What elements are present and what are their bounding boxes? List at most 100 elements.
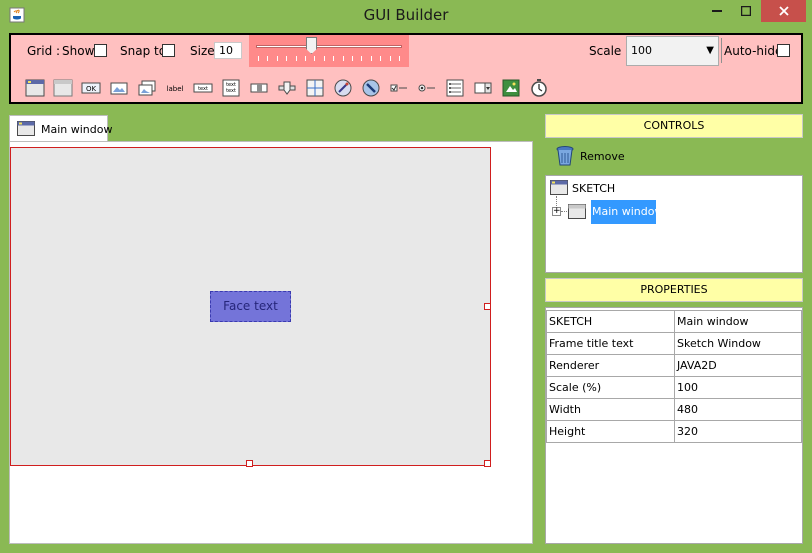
slider-tick <box>399 56 400 61</box>
image-icon[interactable] <box>501 78 521 98</box>
maximize-icon <box>740 5 752 17</box>
resize-handle-right[interactable] <box>484 303 491 310</box>
show-label: Show <box>62 44 95 58</box>
slider-tick <box>342 56 344 61</box>
slider-tick <box>295 56 297 61</box>
tree-root-sketch[interactable]: SKETCH <box>572 182 615 195</box>
slider-thumb[interactable] <box>306 37 317 54</box>
knob-icon[interactable] <box>277 78 297 98</box>
textfield-icon[interactable]: text <box>193 78 213 98</box>
show-grid-checkbox[interactable] <box>94 44 107 57</box>
table-row: Width 480 <box>546 398 802 421</box>
label-icon[interactable]: label <box>165 78 185 98</box>
window-icon[interactable] <box>25 78 45 98</box>
tree-node-main-window[interactable]: Main window <box>591 200 664 224</box>
close-icon <box>778 6 789 16</box>
controls-header: CONTROLS <box>545 114 803 138</box>
window-icon <box>17 121 35 136</box>
slider-tick <box>276 56 278 61</box>
table-row: Frame title text Sketch Window <box>546 332 802 355</box>
slider-tick <box>286 56 288 61</box>
svg-text:label: label <box>167 85 184 93</box>
autohide-checkbox[interactable] <box>777 44 790 57</box>
minimize-icon <box>712 10 722 12</box>
scale-value: 100 <box>631 44 652 57</box>
svg-text:text: text <box>226 88 236 94</box>
slider-tick <box>361 56 363 61</box>
property-value[interactable]: Main window <box>674 310 802 333</box>
property-value[interactable]: JAVA2D <box>674 354 802 377</box>
table-row: SKETCH Main window <box>546 310 802 333</box>
slider-tick <box>323 56 325 61</box>
minimize-button[interactable] <box>702 0 732 22</box>
properties-table: SKETCH Main window Frame title text Sket… <box>546 310 802 443</box>
property-key: Renderer <box>546 354 675 377</box>
grid-size-field[interactable]: 10 <box>214 42 242 59</box>
remove-button[interactable]: Remove <box>555 145 625 167</box>
window-icon <box>550 180 568 195</box>
expand-icon[interactable]: + <box>552 207 561 216</box>
autohide-label: Auto-hide <box>724 44 783 58</box>
property-value[interactable]: Sketch Window <box>674 332 802 355</box>
slider-track <box>256 45 402 48</box>
toolbar: Grid : Show Snap to Size 10 Scale : 100 … <box>9 33 803 104</box>
controls-tree: SKETCH + Main window <box>545 175 803 273</box>
textarea-icon[interactable]: texttext <box>221 78 241 98</box>
imagebutton-stack-icon[interactable] <box>137 78 157 98</box>
tab-label: Main window <box>41 123 113 136</box>
remove-label: Remove <box>580 150 625 163</box>
image-button-icon[interactable] <box>109 78 129 98</box>
slider-tick <box>305 56 306 61</box>
snap-checkbox[interactable] <box>162 44 175 57</box>
grid-label: Grid : <box>27 44 61 58</box>
resize-handle-corner[interactable] <box>484 460 491 467</box>
toggle-icon[interactable] <box>249 78 269 98</box>
ok-button-icon[interactable]: OK <box>81 78 101 98</box>
slider-tick <box>333 56 335 61</box>
scale-label: Scale : <box>589 44 630 58</box>
property-value[interactable]: 320 <box>674 420 802 443</box>
size-label: Size <box>190 44 215 58</box>
toolbar-divider <box>721 38 722 63</box>
pick-icon[interactable] <box>361 78 381 98</box>
property-key: Width <box>546 398 675 421</box>
dropdown-icon[interactable] <box>473 78 493 98</box>
property-key: Scale (%) <box>546 376 675 399</box>
table-row: Height 320 <box>546 420 802 443</box>
option-list-icon[interactable] <box>445 78 465 98</box>
checkbox-icon[interactable] <box>389 78 409 98</box>
radio-icon[interactable] <box>417 78 437 98</box>
grid-size-slider[interactable] <box>249 35 409 67</box>
tab-main-window[interactable]: Main window <box>9 115 113 142</box>
window-title: GUI Builder <box>363 6 449 24</box>
chevron-down-icon: ▼ <box>706 45 714 56</box>
tree-line-h <box>561 211 567 212</box>
properties-header: PROPERTIES <box>545 278 803 302</box>
properties-panel: SKETCH Main window Frame title text Sket… <box>545 307 803 544</box>
table-row: Renderer JAVA2D <box>546 354 802 377</box>
table-row: Scale (%) 100 <box>546 376 802 399</box>
slider-tick <box>352 56 353 61</box>
svg-text:OK: OK <box>86 85 97 93</box>
window-icon <box>568 204 586 219</box>
face-text-button[interactable]: Face text <box>210 291 291 322</box>
scale-dropdown[interactable]: 100 ▼ <box>626 36 719 66</box>
maximize-button[interactable] <box>732 0 760 22</box>
crosshair-icon[interactable] <box>305 78 325 98</box>
slider-tick <box>389 56 391 61</box>
property-key: SKETCH <box>546 310 675 333</box>
slider-tick <box>314 56 316 61</box>
title-bar: GUI Builder <box>0 0 812 30</box>
slider-tick <box>267 56 269 61</box>
panel-icon[interactable] <box>53 78 73 98</box>
close-button[interactable] <box>761 0 806 22</box>
slider-tick <box>370 56 372 61</box>
wand-icon[interactable] <box>333 78 353 98</box>
timer-icon[interactable] <box>529 78 549 98</box>
resize-handle-bottom[interactable] <box>246 460 253 467</box>
svg-text:text: text <box>198 86 208 92</box>
property-value[interactable]: 480 <box>674 398 802 421</box>
property-value[interactable]: 100 <box>674 376 802 399</box>
slider-tick <box>380 56 382 61</box>
trash-icon <box>556 146 574 166</box>
